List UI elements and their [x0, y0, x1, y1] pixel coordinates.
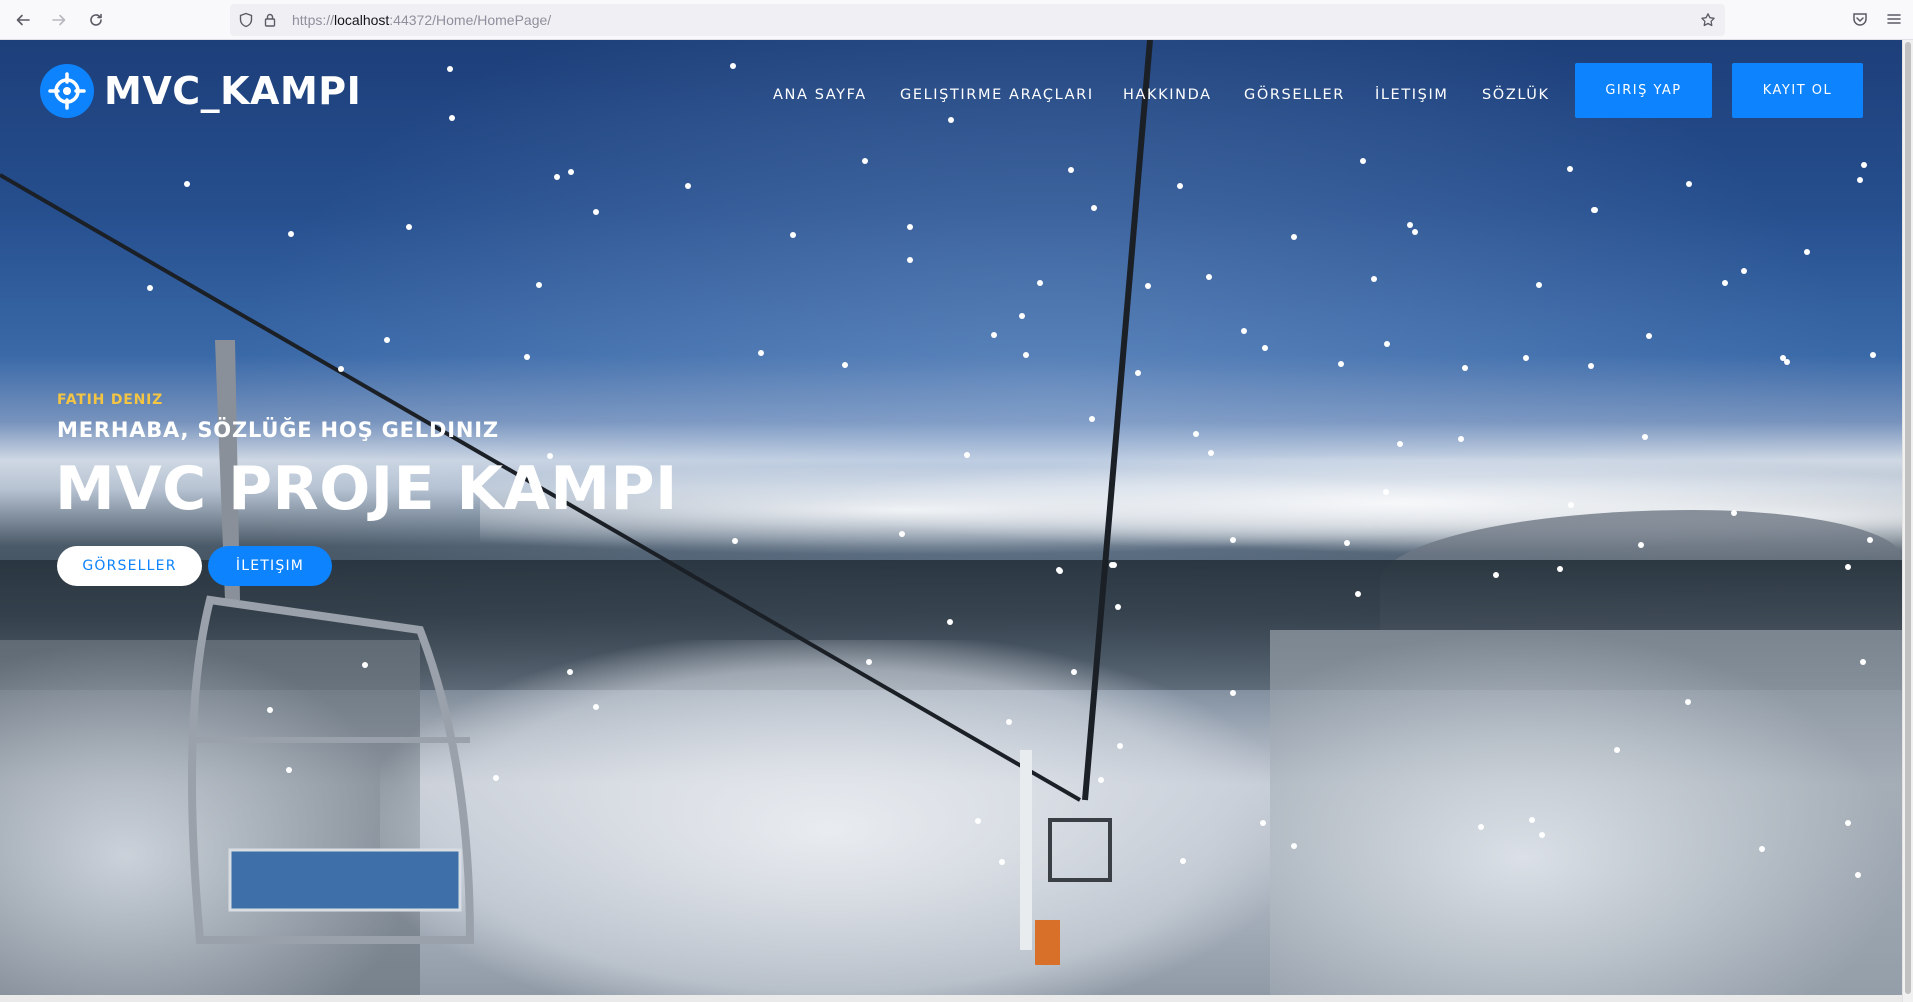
nav-item-gallery[interactable]: GÖRSELLER [1244, 80, 1345, 110]
shield-icon[interactable] [238, 12, 254, 28]
register-button[interactable]: KAYIT OL [1732, 63, 1863, 118]
arrow-right-icon[interactable] [48, 9, 70, 31]
address-bar[interactable]: https://localhost:44372/Home/HomePage/ [230, 4, 1725, 36]
hero-subtitle: MERHABA, SÖZLÜĞE HOŞ GELDINIZ [57, 418, 499, 442]
vertical-scrollbar-thumb[interactable] [1905, 42, 1911, 994]
crosshair-icon [40, 64, 94, 118]
url-host: localhost [334, 12, 390, 28]
site-logo-text: MVC_KAMPI [104, 69, 362, 113]
url-prefix: https:// [292, 12, 335, 28]
arrow-left-icon[interactable] [12, 9, 34, 31]
site-logo[interactable]: MVC_KAMPI [40, 64, 361, 118]
nav-item-contact[interactable]: İLETIŞIM [1375, 80, 1448, 110]
pocket-icon[interactable] [1851, 10, 1869, 28]
hero-kicker: FATIH DENIZ [57, 392, 164, 408]
hero-section: MVC_KAMPI ANA SAYFA GELIŞTIRME ARAÇLARI … [0, 40, 1902, 995]
hero-headline: MVC PROJE KAMPI [55, 454, 678, 524]
browser-toolbar: https://localhost:44372/Home/HomePage/ [0, 0, 1913, 40]
gallery-button[interactable]: GÖRSELLER [57, 546, 202, 586]
login-button[interactable]: GIRIŞ YAP [1575, 63, 1712, 118]
star-icon[interactable] [1700, 12, 1716, 28]
vertical-scrollbar[interactable] [1902, 40, 1913, 1002]
lock-icon[interactable] [262, 12, 278, 28]
reload-icon[interactable] [85, 9, 107, 31]
hamburger-menu-icon[interactable] [1885, 10, 1903, 28]
nav-item-dev-tools[interactable]: GELIŞTIRME ARAÇLARI [900, 80, 1094, 110]
url-text[interactable]: https://localhost:44372/Home/HomePage/ [292, 12, 551, 28]
nav-item-about[interactable]: HAKKINDA [1123, 80, 1212, 110]
nav-item-dictionary[interactable]: SÖZLÜK [1482, 80, 1550, 110]
horizontal-scrollbar[interactable] [0, 995, 1902, 1002]
contact-button[interactable]: İLETIŞIM [208, 546, 332, 586]
nav-item-home[interactable]: ANA SAYFA [773, 80, 867, 110]
url-path: :44372/Home/HomePage/ [389, 12, 552, 28]
